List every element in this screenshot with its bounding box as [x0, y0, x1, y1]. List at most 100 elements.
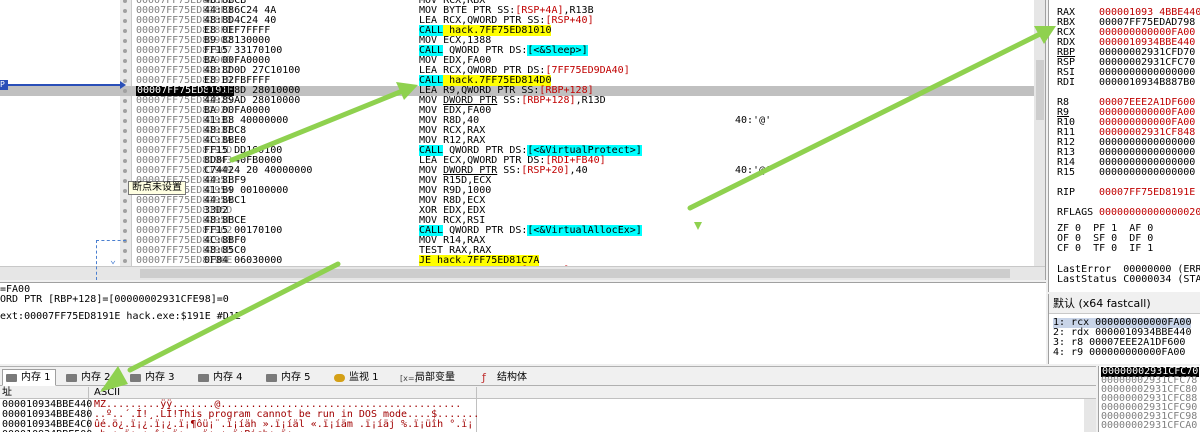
last-status: LastStatus C0000034 (STAT [1057, 274, 1200, 285]
breakpoint-tooltip: 断点未设置 [128, 181, 186, 195]
jump-mark-icon: ⌄ [110, 255, 117, 266]
instruction-pointer-arrowhead [120, 81, 126, 89]
memory-icon [130, 374, 141, 382]
breakpoint-dot[interactable] [123, 189, 127, 193]
dump-tabs: 内存 1 内存 2 内存 3 内存 4 内存 5 监视 1 [x=] 局部变量 ƒ 结构体 [0, 366, 1096, 386]
breakpoint-dot[interactable] [123, 249, 127, 253]
register-value[interactable]: 00007FF75ED8191E [1099, 187, 1195, 198]
registers-panel[interactable]: RAX 000001093 4BBE440 RBX 00007FF75EDAD798 R… [1048, 0, 1200, 292]
instruction-token: [RBP+128] [521, 95, 576, 106]
instruction-comment: 40:'@' [735, 115, 772, 126]
breakpoint-dot[interactable] [123, 59, 127, 63]
memory-dump[interactable]: 址 ASCII 000010934BBE440 MZ.........ÿÿ....… [0, 387, 1096, 432]
instruction-token: [RSP+40] [545, 15, 594, 26]
register-value[interactable]: 0000000000000000 [1099, 167, 1195, 178]
breakpoint-dot[interactable] [123, 149, 127, 153]
tab-3[interactable]: 内存 3 [126, 369, 180, 386]
breakpoint-dot[interactable] [123, 259, 127, 263]
register-row[interactable]: RFLAGS 00000000000000020 [1057, 208, 1200, 218]
instruction-comment: 40:'@' [735, 165, 772, 176]
memory-icon [198, 374, 209, 382]
register-name: RFLAGS [1057, 207, 1094, 218]
breakpoint-dot[interactable] [123, 139, 127, 143]
register-name: R15 [1057, 167, 1076, 178]
flag-row[interactable]: CF 0 TF 0 IF 1 [1057, 244, 1153, 254]
instruction-token: [RSP+20] [521, 165, 570, 176]
stack-panel[interactable]: 00000002931CFC70 00000002931CFC78 00000002… [1098, 366, 1200, 432]
tab-label: 结构体 [497, 372, 527, 383]
memory-icon [66, 374, 77, 382]
tab-label: 局部变量 [415, 372, 455, 383]
tab-label: 内存 2 [81, 372, 111, 383]
breakpoint-dot[interactable] [123, 89, 127, 93]
info-panel: =FA00 ORD PTR [RBP+128]=[00000002931CFE9… [0, 282, 1046, 364]
register-row[interactable]: RIP 00007FF75ED8191E [1057, 188, 1195, 198]
tab-label: 内存 3 [145, 372, 175, 383]
tab-label: 内存 4 [213, 372, 243, 383]
arguments-panel[interactable]: 默认 (x64 fastcall) 1: rcx 000000000000FA0… [1048, 294, 1200, 364]
instruction-token: ,R13D [575, 95, 606, 106]
tab-2[interactable]: 内存 2 [62, 369, 116, 386]
breakpoint-dot[interactable] [123, 99, 127, 103]
register-row[interactable]: R15 0000000000000000 [1057, 168, 1195, 178]
breakpoint-dot[interactable] [123, 49, 127, 53]
disassembly-vertical-scrollbar[interactable] [1034, 0, 1045, 266]
jump-line-horizontal [96, 240, 126, 241]
tab-6[interactable]: 监视 1 [330, 369, 384, 386]
jump-line [96, 240, 97, 280]
register-name: RDI [1057, 77, 1076, 88]
breakpoint-dot[interactable] [123, 69, 127, 73]
breakpoint-dot[interactable] [123, 169, 127, 173]
struct-icon: ƒ [482, 371, 486, 384]
breakpoint-dot[interactable] [123, 209, 127, 213]
variables-icon: [x=] [400, 374, 418, 383]
breakpoint-dot[interactable] [123, 9, 127, 13]
instruction-token: ,40 [569, 165, 588, 176]
instruction-pointer-arrow [8, 84, 124, 86]
instruction-token: [<&VirtualAllocEx>] [527, 225, 642, 236]
instruction-token: [<&Sleep>] [527, 45, 588, 56]
breakpoint-dot[interactable] [123, 159, 127, 163]
breakpoint-dot[interactable] [123, 39, 127, 43]
instruction-token: SS: [497, 95, 522, 106]
disassembly-view[interactable]: 00007FF75ED818F0 48:8BCB MOV RCX,RBX 00007F… [0, 0, 1046, 280]
tab-8[interactable]: ƒ 结构体 [478, 369, 532, 386]
watch-icon [334, 374, 345, 382]
breakpoint-dot[interactable] [123, 109, 127, 113]
tab-4[interactable]: 内存 4 [194, 369, 248, 386]
breakpoint-dot[interactable] [123, 29, 127, 33]
dump-column-ascii[interactable]: ASCII [94, 387, 120, 399]
memory-icon [6, 374, 17, 382]
register-value[interactable]: 0000010934B887B0 [1099, 77, 1195, 88]
stack-row[interactable]: 00000002931CFCA0 [1101, 421, 1197, 431]
register-row[interactable]: RDI 0000010934B887B0 [1057, 78, 1195, 88]
breakpoint-dot[interactable] [123, 179, 127, 183]
breakpoint-dot[interactable] [123, 229, 127, 233]
tab-7[interactable]: [x=] 局部变量 [396, 369, 460, 386]
instruction-token: [7FF75ED9DA40] [545, 65, 630, 76]
instruction-token: SS: [497, 165, 522, 176]
argument-row[interactable]: 4: r9 000000000000FA00 [1053, 348, 1185, 358]
breakpoint-dot[interactable] [123, 119, 127, 123]
info-line-2: ORD PTR [RBP+128]=[00000002931CFE98]=0 [0, 294, 229, 305]
breakpoint-dot[interactable] [123, 219, 127, 223]
tab-label: 内存 1 [21, 372, 51, 383]
tab-label: 监视 1 [349, 372, 379, 383]
breakpoint-dot[interactable] [123, 19, 127, 23]
dump-header: 址 ASCII [0, 387, 1096, 399]
breakpoint-dot[interactable] [123, 199, 127, 203]
breakpoint-dot[interactable] [123, 0, 127, 3]
dump-column-address[interactable]: 址 [2, 387, 12, 399]
register-name: RIP [1057, 187, 1076, 198]
breakpoint-dot[interactable] [123, 129, 127, 133]
tab-5[interactable]: 内存 5 [262, 369, 316, 386]
register-value[interactable]: 00000000000000020 [1099, 207, 1200, 218]
tab-1[interactable]: 内存 1 [2, 369, 56, 386]
info-line-3: ext:00007FF75ED8191E hack.exe:$191E #D1E [0, 311, 241, 322]
tab-label: 内存 5 [281, 372, 311, 383]
dump-vertical-scrollbar[interactable] [1084, 399, 1096, 432]
memory-icon [266, 374, 277, 382]
disassembly-horizontal-scrollbar[interactable] [0, 266, 1045, 280]
instruction-pointer-marker: P [0, 80, 8, 90]
calling-convention-selector[interactable]: 默认 (x64 fastcall) [1049, 294, 1200, 314]
